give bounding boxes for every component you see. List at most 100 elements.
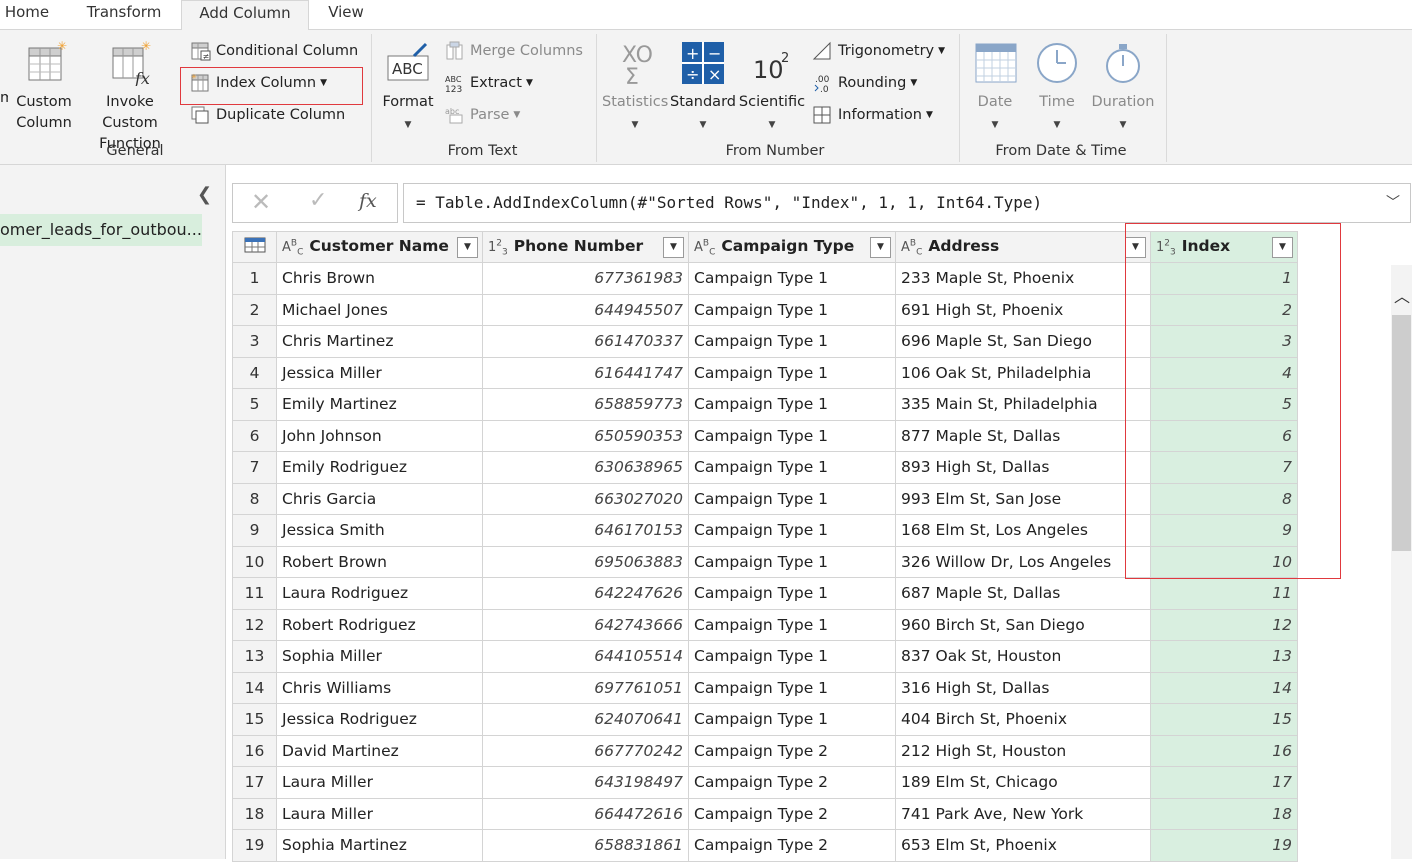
formula-text[interactable]: = Table.AddIndexColumn(#"Sorted Rows", "…	[416, 193, 1042, 212]
query-list-item[interactable]: omer_leads_for_outbou...	[0, 214, 202, 246]
filter-dropdown-icon[interactable]: ▼	[870, 237, 891, 258]
conditional-column-button[interactable]: ≠ Conditional Column	[190, 39, 358, 63]
campaign-type-cell[interactable]: Campaign Type 1	[688, 640, 896, 673]
address-cell[interactable]: 326 Willow Dr, Los Angeles	[895, 545, 1151, 578]
phone-number-cell[interactable]: 650590353	[482, 419, 689, 452]
tab-home[interactable]: Home	[0, 0, 54, 29]
row-number[interactable]: 15	[232, 703, 277, 736]
campaign-type-cell[interactable]: Campaign Type 1	[688, 293, 896, 326]
customer-name-cell[interactable]: Emily Martinez	[276, 388, 483, 421]
row-number[interactable]: 16	[232, 734, 277, 767]
filter-dropdown-icon[interactable]: ▼	[663, 237, 684, 258]
customer-name-cell[interactable]: Sophia Miller	[276, 640, 483, 673]
phone-number-cell[interactable]: 663027020	[482, 482, 689, 515]
vertical-scrollbar[interactable]: ︿	[1391, 265, 1412, 859]
statistics-button[interactable]: XO Σ Statistics ▼	[602, 38, 668, 136]
text-type-icon[interactable]: ABC	[694, 238, 715, 257]
customer-name-cell[interactable]: Emily Rodriguez	[276, 451, 483, 484]
index-cell[interactable]: 19	[1150, 829, 1298, 862]
address-cell[interactable]: 653 Elm St, Phoenix	[895, 829, 1151, 862]
invoke-custom-function-button[interactable]: fx ✳ Invoke Custom Function	[76, 38, 184, 155]
campaign-type-cell[interactable]: Campaign Type 1	[688, 545, 896, 578]
campaign-type-cell[interactable]: Campaign Type 2	[688, 829, 896, 862]
row-number[interactable]: 8	[232, 482, 277, 515]
phone-number-cell[interactable]: 646170153	[482, 514, 689, 547]
phone-number-cell[interactable]: 661470337	[482, 325, 689, 358]
campaign-type-cell[interactable]: Campaign Type 2	[688, 766, 896, 799]
address-cell[interactable]: 877 Maple St, Dallas	[895, 419, 1151, 452]
customer-name-cell[interactable]: Jessica Miller	[276, 356, 483, 389]
row-number[interactable]: 5	[232, 388, 277, 421]
phone-number-cell[interactable]: 644105514	[482, 640, 689, 673]
duration-button[interactable]: Duration ▼	[1088, 38, 1158, 136]
address-cell[interactable]: 212 High St, Houston	[895, 734, 1151, 767]
customer-name-cell[interactable]: Laura Rodriguez	[276, 577, 483, 610]
phone-number-cell[interactable]: 624070641	[482, 703, 689, 736]
table-menu-icon[interactable]	[232, 231, 277, 263]
customer-name-cell[interactable]: Chris Brown	[276, 262, 483, 295]
address-cell[interactable]: 960 Birch St, San Diego	[895, 608, 1151, 641]
row-number[interactable]: 18	[232, 797, 277, 830]
phone-number-cell[interactable]: 642247626	[482, 577, 689, 610]
row-number[interactable]: 19	[232, 829, 277, 862]
phone-number-cell[interactable]: 664472616	[482, 797, 689, 830]
column-from-examples-button[interactable]: m	[0, 40, 8, 109]
merge-columns-button[interactable]: Merge Columns	[444, 39, 583, 63]
column-header-address[interactable]: ABC Address ▼	[895, 231, 1151, 263]
index-cell[interactable]: 11	[1150, 577, 1298, 610]
row-number[interactable]: 10	[232, 545, 277, 578]
row-number[interactable]: 12	[232, 608, 277, 641]
address-cell[interactable]: 106 Oak St, Philadelphia	[895, 356, 1151, 389]
customer-name-cell[interactable]: Jessica Smith	[276, 514, 483, 547]
phone-number-cell[interactable]: 643198497	[482, 766, 689, 799]
phone-number-cell[interactable]: 616441747	[482, 356, 689, 389]
address-cell[interactable]: 893 High St, Dallas	[895, 451, 1151, 484]
customer-name-cell[interactable]: Laura Miller	[276, 766, 483, 799]
tab-add-column[interactable]: Add Column	[181, 0, 309, 31]
campaign-type-cell[interactable]: Campaign Type 1	[688, 577, 896, 610]
row-number[interactable]: 9	[232, 514, 277, 547]
time-button[interactable]: Time ▼	[1028, 38, 1086, 136]
address-cell[interactable]: 404 Birch St, Phoenix	[895, 703, 1151, 736]
customer-name-cell[interactable]: Chris Williams	[276, 671, 483, 704]
phone-number-cell[interactable]: 667770242	[482, 734, 689, 767]
duplicate-column-button[interactable]: Duplicate Column	[190, 103, 345, 127]
date-button[interactable]: Date ▼	[966, 38, 1024, 136]
tab-transform[interactable]: Transform	[74, 0, 174, 29]
index-cell[interactable]: 14	[1150, 671, 1298, 704]
formula-bar[interactable]: = Table.AddIndexColumn(#"Sorted Rows", "…	[403, 183, 1411, 223]
row-number[interactable]: 13	[232, 640, 277, 673]
address-cell[interactable]: 168 Elm St, Los Angeles	[895, 514, 1151, 547]
campaign-type-cell[interactable]: Campaign Type 2	[688, 734, 896, 767]
campaign-type-cell[interactable]: Campaign Type 1	[688, 451, 896, 484]
address-cell[interactable]: 993 Elm St, San Jose	[895, 482, 1151, 515]
expand-formula-icon[interactable]: ﹀	[1386, 184, 1400, 222]
column-header-customer-name[interactable]: ABC Customer Name ▼	[276, 231, 483, 263]
index-cell[interactable]: 18	[1150, 797, 1298, 830]
address-cell[interactable]: 316 High St, Dallas	[895, 671, 1151, 704]
address-cell[interactable]: 741 Park Ave, New York	[895, 797, 1151, 830]
customer-name-cell[interactable]: Laura Miller	[276, 797, 483, 830]
row-number[interactable]: 7	[232, 451, 277, 484]
index-cell[interactable]: 12	[1150, 608, 1298, 641]
commit-check-icon[interactable]: ✓	[309, 188, 327, 213]
address-cell[interactable]: 335 Main St, Philadelphia	[895, 388, 1151, 421]
phone-number-cell[interactable]: 658831861	[482, 829, 689, 862]
phone-number-cell[interactable]: 644945507	[482, 293, 689, 326]
row-number[interactable]: 11	[232, 577, 277, 610]
row-number[interactable]: 6	[232, 419, 277, 452]
custom-column-button[interactable]: ✳ Custom Column	[12, 38, 76, 134]
phone-number-cell[interactable]: 630638965	[482, 451, 689, 484]
customer-name-cell[interactable]: Chris Garcia	[276, 482, 483, 515]
campaign-type-cell[interactable]: Campaign Type 1	[688, 325, 896, 358]
customer-name-cell[interactable]: Michael Jones	[276, 293, 483, 326]
text-type-icon[interactable]: ABC	[282, 238, 303, 257]
row-number[interactable]: 2	[232, 293, 277, 326]
campaign-type-cell[interactable]: Campaign Type 1	[688, 388, 896, 421]
customer-name-cell[interactable]: Jessica Rodriguez	[276, 703, 483, 736]
extract-button[interactable]: ABC 123 Extract ▼	[444, 71, 533, 95]
customer-name-cell[interactable]: Robert Brown	[276, 545, 483, 578]
campaign-type-cell[interactable]: Campaign Type 1	[688, 482, 896, 515]
scrollbar-thumb[interactable]	[1392, 315, 1411, 551]
tab-view[interactable]: View	[318, 0, 374, 29]
